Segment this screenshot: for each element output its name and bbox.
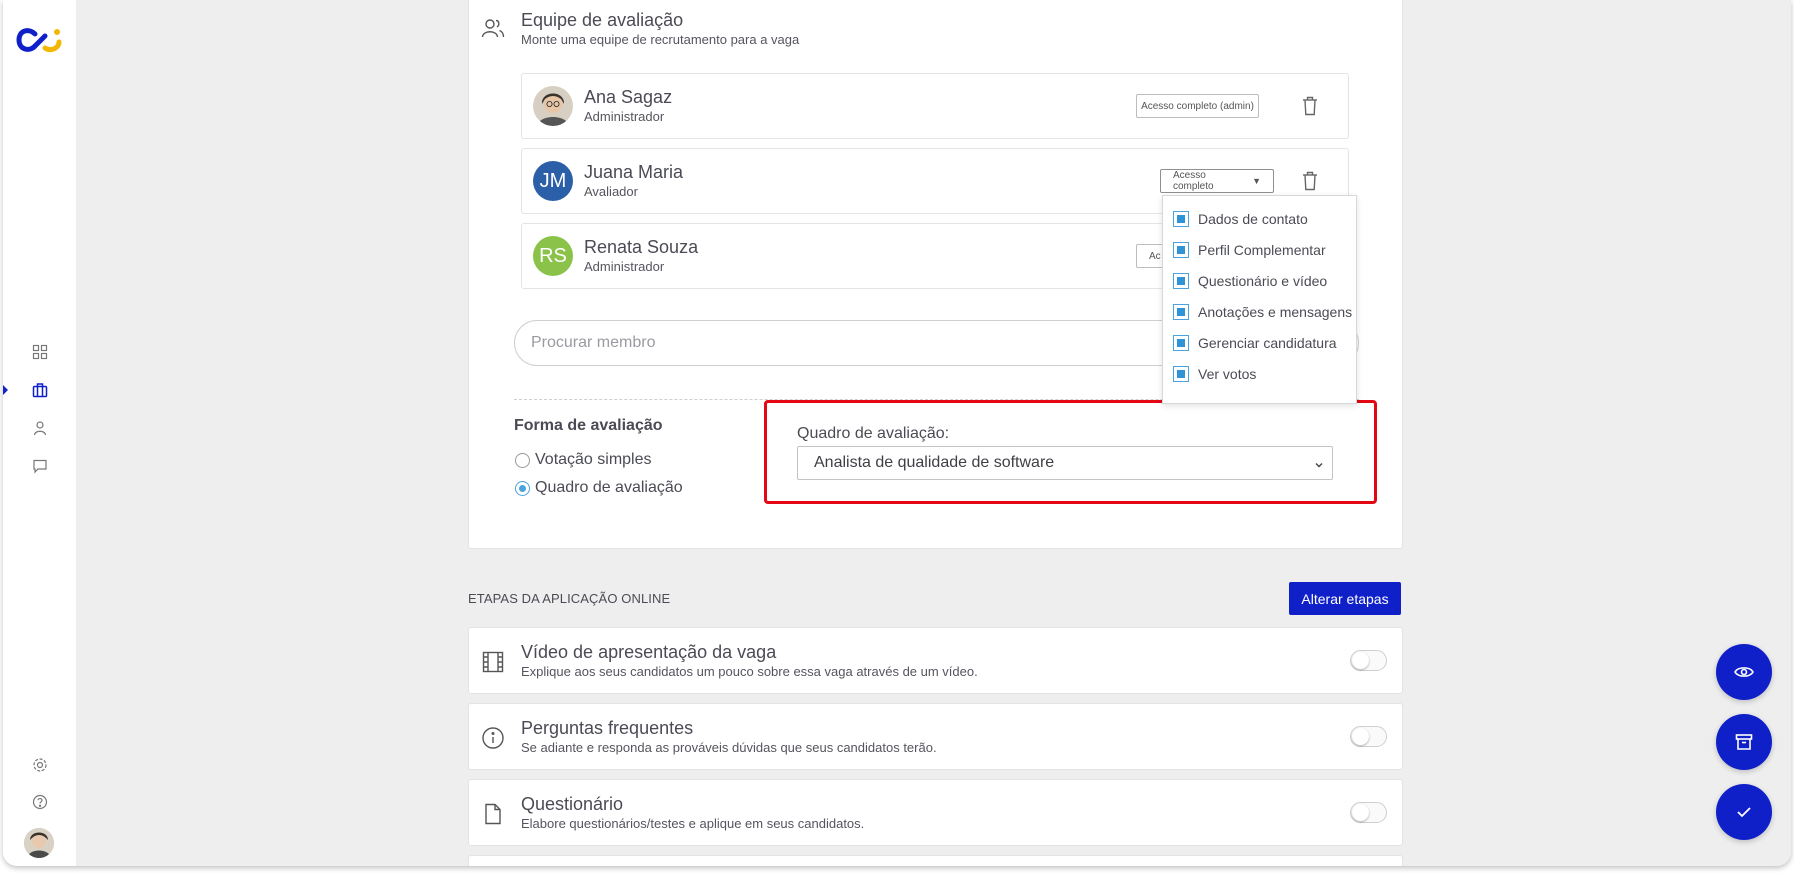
- checkbox-checked-icon[interactable]: [1173, 366, 1189, 382]
- chat-icon[interactable]: [29, 455, 51, 477]
- radio-label: Votação simples: [535, 451, 652, 468]
- member-name: Juana Maria: [584, 162, 684, 182]
- archive-button[interactable]: [1716, 714, 1772, 770]
- active-nav-indicator: [3, 385, 8, 395]
- checkbox-checked-icon[interactable]: [1173, 211, 1189, 227]
- access-level-dropdown[interactable]: Acesso completo ▼: [1160, 169, 1274, 193]
- checkbox-checked-icon[interactable]: [1173, 304, 1189, 320]
- check-icon: [1737, 807, 1751, 818]
- access-level-button[interactable]: Acesso completo (admin): [1136, 94, 1259, 118]
- confirm-button[interactable]: [1716, 784, 1772, 840]
- select-value: Analista de qualidade de software: [814, 454, 1055, 471]
- checkbox-checked-icon[interactable]: [1173, 273, 1189, 289]
- permission-label: Anotações e mensagens: [1198, 304, 1353, 320]
- team-title: Equipe de avaliação: [521, 10, 684, 30]
- permission-label: Ver votos: [1198, 366, 1257, 382]
- trash-icon[interactable]: [1300, 94, 1320, 118]
- radio-simple-vote[interactable]: Votação simples: [515, 451, 652, 469]
- team-subtitle: Monte uma equipe de recrutamento para a …: [521, 32, 800, 47]
- team-icon: [481, 17, 505, 44]
- step-card-faq: Perguntas frequentes Se adiante e respon…: [468, 703, 1403, 770]
- step-subtitle: Explique aos seus candidatos um pouco so…: [521, 664, 978, 679]
- info-icon: [481, 726, 505, 750]
- step-toggle[interactable]: [1350, 650, 1387, 671]
- step-card-partial: [468, 855, 1403, 866]
- access-level-label: Acesso completo: [1173, 170, 1214, 192]
- preview-eye-button[interactable]: [1716, 644, 1772, 700]
- eye-icon: [1734, 667, 1754, 677]
- step-subtitle: Se adiante e responda as prováveis dúvid…: [521, 740, 937, 755]
- step-title: Perguntas frequentes: [521, 718, 694, 738]
- settings-gear-icon[interactable]: [29, 754, 51, 776]
- radio-label: Quadro de avaliação: [535, 479, 683, 496]
- radio-icon[interactable]: [515, 452, 530, 468]
- member-name: Renata Souza: [584, 237, 699, 257]
- checkbox-checked-icon[interactable]: [1173, 242, 1189, 258]
- member-role: Administrador: [584, 109, 665, 124]
- steps-section-label: ETAPAS DA APLICAÇÃO ONLINE: [468, 591, 671, 606]
- step-title: Questionário: [521, 794, 624, 814]
- step-card-questionnaire: Questionário Elabore questionários/teste…: [468, 779, 1403, 846]
- member-avatar-juana: JM: [533, 161, 573, 201]
- member-role: Administrador: [584, 259, 665, 274]
- permission-option-profile[interactable]: Perfil Complementar: [1173, 242, 1326, 258]
- member-role: Avaliador: [584, 184, 638, 199]
- permission-option-manage[interactable]: Gerenciar candidatura: [1173, 335, 1337, 351]
- trash-icon[interactable]: [1300, 169, 1320, 193]
- radio-selected-icon[interactable]: [515, 480, 530, 496]
- evaluation-title: Forma de avaliação: [514, 417, 663, 434]
- company-logo[interactable]: [15, 26, 63, 61]
- permission-option-votes[interactable]: Ver votos: [1173, 366, 1256, 382]
- change-steps-button[interactable]: Alterar etapas: [1289, 582, 1401, 615]
- step-toggle[interactable]: [1350, 802, 1387, 823]
- permission-label: Perfil Complementar: [1198, 242, 1326, 258]
- film-icon: [481, 650, 505, 674]
- chevron-down-icon: [1314, 457, 1324, 475]
- member-name: Ana Sagaz: [584, 87, 673, 107]
- member-avatar-ana: [533, 86, 573, 126]
- radio-evaluation-board[interactable]: Quadro de avaliação: [515, 479, 683, 497]
- permission-label: Dados de contato: [1198, 211, 1308, 227]
- checkbox-checked-icon[interactable]: [1173, 335, 1189, 351]
- access-permissions-dropdown: Dados de contato Perfil Complementar Que…: [1162, 195, 1357, 404]
- member-avatar-renata: RS: [533, 236, 573, 276]
- briefcase-icon[interactable]: [29, 379, 51, 401]
- step-subtitle: Elabore questionários/testes e aplique e…: [521, 816, 865, 831]
- step-toggle[interactable]: [1350, 726, 1387, 747]
- permission-option-questionnaire[interactable]: Questionário e vídeo: [1173, 273, 1327, 289]
- permission-label: Questionário e vídeo: [1198, 273, 1328, 289]
- sidebar: [3, 0, 76, 866]
- archive-icon: [1735, 734, 1753, 750]
- permission-option-notes[interactable]: Anotações e mensagens: [1173, 304, 1352, 320]
- caret-down-icon: ▼: [1252, 176, 1261, 186]
- member-row-ana: Ana Sagaz Administrador Acesso completo …: [521, 73, 1349, 139]
- user-icon[interactable]: [29, 417, 51, 439]
- board-label: Quadro de avaliação:: [797, 425, 950, 442]
- app-window: Equipe de avaliação Monte uma equipe de …: [3, 0, 1791, 866]
- step-title: Vídeo de apresentação da vaga: [521, 642, 777, 662]
- user-avatar[interactable]: [24, 828, 54, 858]
- evaluation-board-select[interactable]: Analista de qualidade de software: [797, 446, 1333, 480]
- permission-option-contact[interactable]: Dados de contato: [1173, 211, 1308, 227]
- team-panel: Equipe de avaliação Monte uma equipe de …: [468, 0, 1403, 549]
- dashboard-icon[interactable]: [29, 341, 51, 363]
- help-icon[interactable]: [29, 791, 51, 813]
- step-card-video: Vídeo de apresentação da vaga Explique a…: [468, 627, 1403, 694]
- document-icon: [481, 802, 505, 826]
- permission-label: Gerenciar candidatura: [1198, 335, 1337, 351]
